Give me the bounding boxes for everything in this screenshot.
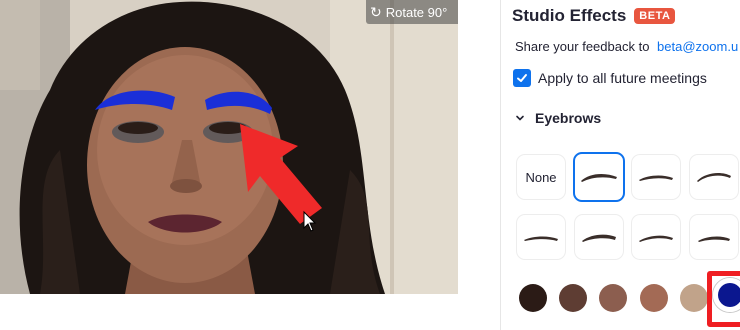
eyebrow-style-1[interactable] xyxy=(573,152,625,202)
video-footer-area xyxy=(0,294,500,330)
eyebrow-none-label: None xyxy=(525,169,557,185)
color-swatch-dark-brown[interactable] xyxy=(519,284,547,312)
self-view-image xyxy=(0,0,458,294)
color-swatch-auburn[interactable] xyxy=(640,284,668,312)
eyebrow-shape-5-icon xyxy=(582,234,616,242)
feedback-line: Share your feedback to beta@zoom.u xyxy=(515,39,738,54)
eyebrow-shape-4-icon xyxy=(524,236,558,241)
feedback-email-link[interactable]: beta@zoom.u xyxy=(657,39,738,54)
panel-header: Studio Effects BETA xyxy=(512,6,676,26)
eyebrow-style-6[interactable] xyxy=(631,214,681,260)
checkmark-icon xyxy=(517,74,527,82)
eyebrow-shape-1-icon xyxy=(581,173,617,182)
apply-all-label: Apply to all future meetings xyxy=(538,70,707,86)
eyebrow-style-4[interactable] xyxy=(516,214,566,260)
video-preview: ↻ Rotate 90° xyxy=(0,0,458,294)
apply-all-checkbox[interactable] xyxy=(513,69,531,87)
rotate-button[interactable]: ↻ Rotate 90° xyxy=(366,0,458,24)
eyebrow-style-3[interactable] xyxy=(689,154,739,200)
eyebrow-shape-6-icon xyxy=(639,235,673,242)
eyebrow-shape-2-icon xyxy=(639,175,673,181)
eyebrow-style-5[interactable] xyxy=(574,214,624,260)
studio-effects-panel: Studio Effects BETA Share your feedback … xyxy=(501,0,740,330)
eyebrows-section-toggle[interactable]: Eyebrows xyxy=(515,110,601,126)
feedback-text: Share your feedback to xyxy=(515,39,650,54)
eyebrows-section-label: Eyebrows xyxy=(535,110,602,126)
eyebrow-style-none[interactable]: None xyxy=(516,154,566,200)
color-swatch-light-brown[interactable] xyxy=(680,284,708,312)
eyebrow-shape-7-icon xyxy=(698,236,730,242)
chevron-down-icon xyxy=(516,115,524,121)
eyebrow-style-7[interactable] xyxy=(689,214,739,260)
apply-all-row[interactable]: Apply to all future meetings xyxy=(513,69,707,87)
panel-title: Studio Effects xyxy=(512,6,627,25)
eyebrow-style-2[interactable] xyxy=(631,154,681,200)
rotate-icon: ↻ xyxy=(370,4,382,20)
eyebrow-shape-3-icon xyxy=(697,173,731,182)
highlight-box-annotation xyxy=(707,271,740,327)
color-swatch-brown[interactable] xyxy=(559,284,587,312)
beta-badge: BETA xyxy=(634,8,676,24)
color-swatch-medium-brown[interactable] xyxy=(599,284,627,312)
rotate-label: Rotate 90° xyxy=(385,4,448,20)
